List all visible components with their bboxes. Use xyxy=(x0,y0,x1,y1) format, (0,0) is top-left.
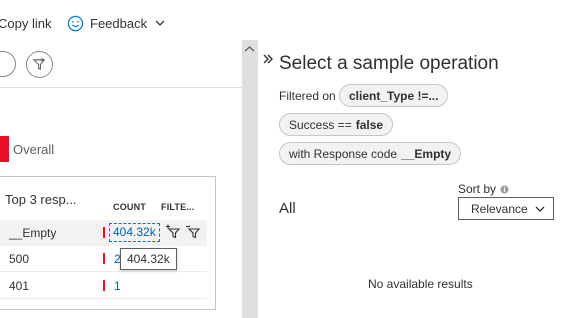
filter-row xyxy=(0,40,242,88)
filter-chip-success[interactable]: Success == false xyxy=(279,113,394,136)
filter-include-icon[interactable] xyxy=(165,223,183,241)
add-filter-button[interactable] xyxy=(26,51,53,78)
bar-mark xyxy=(103,227,105,238)
info-icon[interactable] xyxy=(500,184,509,194)
filter-pill[interactable] xyxy=(0,51,16,77)
empty-results-message: No available results xyxy=(368,277,473,291)
column-header-filter[interactable]: FILTE... xyxy=(161,202,194,212)
count-link[interactable]: 1 xyxy=(114,279,121,293)
chip-value: client_Type !=... xyxy=(349,88,439,103)
table-row[interactable]: __Empty 404.32k xyxy=(0,220,207,246)
sort-by-text: Sort by xyxy=(458,182,497,196)
overall-label: Overall xyxy=(13,141,55,157)
filtered-on-label: Filtered on xyxy=(279,89,336,103)
filter-exclude-icon[interactable] xyxy=(185,223,203,241)
bar-mark xyxy=(103,253,105,264)
sample-operation-panel: Select a sample operation Filtered on cl… xyxy=(258,40,566,318)
results-group-label: All xyxy=(279,200,296,217)
chip-key: with Response code xyxy=(289,146,398,161)
top-responses-card: Top 3 resp... COUNT FILTE... __Empty 404… xyxy=(0,176,216,310)
chevron-down-icon xyxy=(535,206,545,212)
response-code: __Empty xyxy=(9,226,57,240)
chevron-down-icon xyxy=(155,20,165,26)
table-row[interactable]: 401 1 xyxy=(0,273,207,299)
chip-key: Success == xyxy=(289,117,352,132)
card-title: Top 3 resp... xyxy=(5,192,77,207)
sort-dropdown[interactable]: Relevance xyxy=(458,197,554,220)
column-header-count[interactable]: COUNT xyxy=(113,202,146,212)
response-code: 500 xyxy=(9,252,30,266)
chip-value: false xyxy=(355,117,384,132)
bar-mark xyxy=(103,280,105,291)
filter-chip-response-code[interactable]: with Response code __Empty xyxy=(279,142,462,165)
scroll-up-icon[interactable] xyxy=(243,44,256,54)
response-code: 401 xyxy=(9,279,30,293)
overall-legend[interactable]: Overall xyxy=(0,136,54,162)
count-tooltip: 404.32k xyxy=(120,248,177,270)
double-chevron-right-icon[interactable] xyxy=(262,53,274,65)
overall-swatch xyxy=(0,136,9,162)
count-link[interactable]: 404.32k xyxy=(109,223,160,242)
smiley-icon xyxy=(67,15,84,31)
scrollbar-thumb[interactable] xyxy=(242,40,258,318)
sort-selected-value: Relevance xyxy=(471,201,528,216)
command-bar: Copy link Feedback xyxy=(0,0,566,40)
panel-title: Select a sample operation xyxy=(279,53,499,74)
copy-link-button[interactable]: Copy link xyxy=(0,16,51,31)
filter-chip-client-type[interactable]: client_Type !=... xyxy=(339,84,449,107)
chip-value: __Empty xyxy=(401,146,452,161)
feedback-button[interactable]: Feedback xyxy=(67,12,165,34)
feedback-label: Feedback xyxy=(90,15,148,31)
filter-add-icon xyxy=(32,57,46,71)
left-pane: Overall Top 3 resp... COUNT FILTE... __E… xyxy=(0,40,242,318)
sort-by-label: Sort by xyxy=(458,182,509,196)
pane-splitter[interactable] xyxy=(242,40,258,318)
